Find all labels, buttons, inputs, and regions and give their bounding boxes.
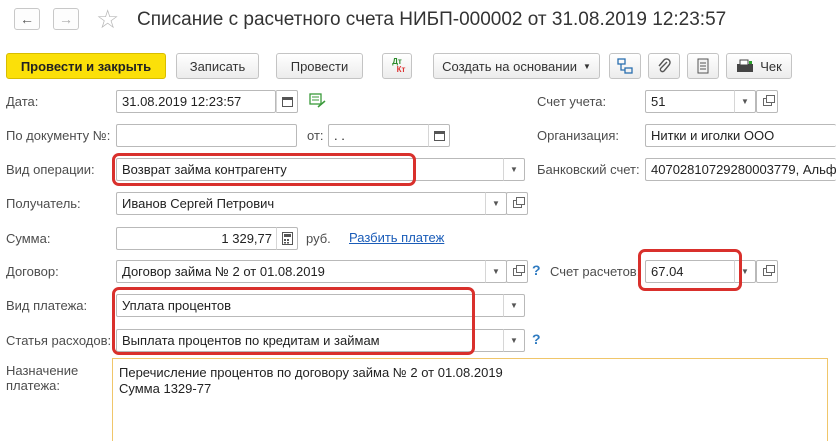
account-open-button[interactable] (756, 90, 778, 113)
highlight-payment-and-expense (112, 287, 475, 355)
expense-item-label: Статья расходов: (6, 333, 112, 348)
chevron-down-icon: ▼ (492, 267, 500, 276)
operation-type-label: Вид операции: (6, 162, 95, 177)
bank-account-label: Банковский счет: (537, 162, 640, 177)
arrow-right-icon: → (59, 11, 73, 27)
highlight-operation-type (112, 153, 416, 186)
organization-input[interactable]: Нитки и иголки ООО (645, 124, 836, 147)
structure-icon (617, 58, 633, 74)
account-dropdown[interactable]: ▼ (734, 90, 756, 113)
chevron-down-icon: ▼ (492, 199, 500, 208)
open-form-icon (512, 264, 525, 276)
purpose-label-line1: Назначение (6, 363, 79, 378)
chevron-down-icon: ▼ (510, 301, 518, 310)
dt-kt-button[interactable]: Дт Кт (382, 53, 412, 79)
date-calendar-button[interactable] (276, 90, 298, 113)
arrow-left-icon: ← (20, 11, 34, 27)
amount-calculator-button[interactable] (276, 227, 298, 250)
create-based-on-label: Создать на основании (442, 58, 577, 74)
cash-register-icon (737, 59, 754, 72)
create-based-on-button[interactable]: Создать на основании ▼ (433, 53, 600, 79)
chevron-down-icon: ▼ (741, 97, 749, 106)
calendar-icon (281, 96, 293, 107)
payment-type-dropdown[interactable]: ▼ (503, 294, 525, 317)
contract-input[interactable]: Договор займа № 2 от 01.08.2019 (116, 260, 488, 283)
chevron-down-icon: ▼ (510, 336, 518, 345)
contract-open-button[interactable] (506, 260, 528, 283)
date-label: Дата: (6, 94, 39, 109)
chevron-down-icon: ▼ (510, 165, 518, 174)
chevron-down-icon: ▼ (582, 61, 591, 71)
back-button[interactable]: ← (14, 8, 40, 30)
calendar-icon (433, 130, 445, 141)
open-form-icon (762, 264, 775, 276)
date-input[interactable]: 31.08.2019 12:23:57 (116, 90, 276, 113)
bank-account-input[interactable]: 40702810729280003779, Альфа (645, 158, 836, 181)
contract-dropdown[interactable]: ▼ (485, 260, 507, 283)
receipt-label: Чек (760, 58, 782, 74)
edit-document-icon[interactable] (309, 93, 327, 112)
page-title: Списание с расчетного счета НИБП-000002 … (137, 9, 727, 30)
settlement-account-open-button[interactable] (756, 260, 778, 283)
calculator-icon (281, 232, 293, 245)
expense-item-dropdown[interactable]: ▼ (503, 329, 525, 352)
post-button[interactable]: Провести (276, 53, 363, 79)
amount-label: Сумма: (6, 231, 51, 246)
recipient-label: Получатель: (6, 196, 81, 211)
doc-date-label: от: (307, 128, 324, 143)
recipient-input[interactable]: Иванов Сергей Петрович (116, 192, 488, 215)
open-form-icon (512, 196, 525, 208)
currency-label: руб. (306, 231, 331, 246)
highlight-settlement-account (638, 249, 742, 291)
report-button[interactable] (687, 53, 719, 79)
attach-button[interactable] (648, 53, 680, 79)
kt-label: Кт (396, 65, 406, 74)
account-label: Счет учета: (537, 94, 607, 109)
purpose-line-1: Перечисление процентов по договору займа… (119, 365, 503, 380)
purpose-line-2: Сумма 1329-77 (119, 381, 212, 396)
favorite-star-icon[interactable]: ☆ (96, 4, 119, 34)
save-button[interactable]: Записать (176, 53, 259, 79)
settlement-account-label: Счет расчетов: (550, 264, 641, 279)
open-form-icon (762, 94, 775, 106)
payment-type-label: Вид платежа: (6, 298, 88, 313)
purpose-label-line2: платежа: (6, 378, 60, 393)
amount-input[interactable]: 1 329,77 (116, 227, 278, 250)
structure-button[interactable] (609, 53, 641, 79)
recipient-dropdown[interactable]: ▼ (485, 192, 507, 215)
doc-number-label: По документу №: (6, 128, 111, 143)
organization-label: Организация: (537, 128, 620, 143)
recipient-open-button[interactable] (506, 192, 528, 215)
doc-date-input[interactable]: . . (328, 124, 431, 147)
purpose-textarea[interactable]: Перечисление процентов по договору займа… (112, 358, 828, 441)
account-input[interactable]: 51 (645, 90, 737, 113)
split-payment-link[interactable]: Разбить платеж (349, 230, 444, 245)
help-icon[interactable]: ? (532, 331, 541, 347)
document-icon (697, 58, 709, 74)
contract-label: Договор: (6, 264, 59, 279)
operation-type-dropdown[interactable]: ▼ (503, 158, 525, 181)
receipt-button[interactable]: Чек (726, 53, 792, 79)
paperclip-icon (658, 58, 671, 73)
chevron-down-icon: ▼ (741, 267, 749, 276)
forward-button[interactable]: → (53, 8, 79, 30)
post-and-close-button[interactable]: Провести и закрыть (6, 53, 166, 79)
doc-number-input[interactable] (116, 124, 297, 147)
help-icon[interactable]: ? (532, 262, 541, 278)
doc-date-calendar-button[interactable] (428, 124, 450, 147)
